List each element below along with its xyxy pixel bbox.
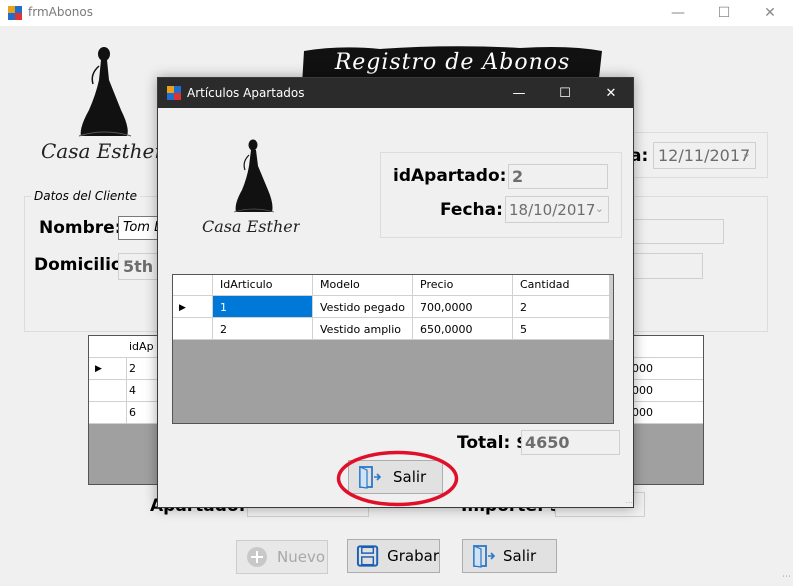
grabar-button[interactable]: Grabar	[347, 539, 440, 573]
app-icon	[8, 6, 22, 20]
table-cell[interactable]: Vestido pegado	[313, 296, 413, 317]
articulos-apartados-dialog: Artículos Apartados — ☐ ✕ Casa Esther id…	[157, 77, 634, 508]
add-icon	[247, 547, 267, 567]
chevron-down-icon: ⌄	[594, 202, 604, 215]
resize-grip[interactable]: ⋯	[625, 498, 633, 507]
fecha-value: 18/10/2017	[509, 201, 596, 219]
close-icon: ✕	[764, 5, 776, 21]
fecha-picker[interactable]: 18/10/2017 ⌄	[505, 196, 609, 223]
maximize-icon: ☐	[559, 85, 571, 101]
table-row[interactable]: ▶ 1 Vestido pegado 700,0000 2	[173, 296, 613, 318]
dialog-title: Artículos Apartados	[187, 86, 305, 100]
column-header-precio[interactable]: Precio	[413, 275, 513, 295]
dialog-titlebar: Artículos Apartados — ☐ ✕	[158, 78, 633, 108]
grabar-label: Grabar	[387, 547, 439, 565]
total-field[interactable]: 4650	[521, 430, 620, 455]
articulos-grid[interactable]: IdArticulo Modelo Precio Cantidad ▶ 1 Ve…	[172, 274, 614, 424]
domicilio-label: Domicilio:	[34, 255, 130, 275]
date-value: 12/11/2017	[658, 146, 751, 165]
save-icon	[356, 545, 379, 567]
client-field-right-1[interactable]	[630, 219, 724, 244]
client-field-right-2[interactable]	[630, 253, 703, 279]
current-row-icon: ▶	[179, 303, 186, 313]
minimize-icon: —	[671, 5, 685, 21]
maximize-icon: ☐	[717, 5, 731, 21]
table-cell[interactable]: 2	[513, 296, 613, 317]
exit-door-icon	[473, 545, 495, 568]
corner-header[interactable]	[173, 275, 213, 295]
column-header-idarticulo[interactable]: IdArticulo	[213, 275, 313, 295]
red-annotation-circle	[336, 450, 459, 507]
close-button[interactable]: ✕	[747, 0, 793, 26]
app-icon	[167, 86, 181, 100]
table-cell[interactable]: 5	[513, 318, 613, 339]
row-header[interactable]	[173, 318, 213, 339]
logo-lettering: Casa Esther	[202, 217, 300, 236]
table-cell[interactable]: 6	[129, 406, 136, 419]
main-titlebar: frmAbonos — ☐ ✕	[0, 0, 793, 26]
chevron-down-icon: ⌄	[741, 147, 751, 160]
logo-lettering: Casa Esther	[41, 139, 165, 163]
maximize-button[interactable]: ☐	[701, 0, 747, 26]
date-picker[interactable]: 12/11/2017 ⌄	[653, 142, 756, 169]
minimize-icon: —	[512, 85, 526, 101]
total-label: Total: $	[457, 433, 528, 453]
table-cell[interactable]: 650,0000	[413, 318, 513, 339]
minimize-button[interactable]: —	[655, 0, 701, 26]
idapartado-label: idApartado:	[393, 166, 507, 186]
banner-title: Registro de Abonos	[334, 50, 571, 75]
row-header[interactable]	[89, 402, 127, 424]
row-header[interactable]	[89, 380, 127, 402]
table-cell-selected[interactable]: 1	[213, 296, 313, 317]
table-cell[interactable]: 700,0000	[413, 296, 513, 317]
current-row-icon: ▶	[95, 364, 102, 374]
close-icon: ✕	[605, 85, 617, 101]
resize-grip[interactable]: ⋯	[782, 572, 791, 582]
nuevo-button[interactable]: Nuevo	[236, 540, 328, 574]
window-title: frmAbonos	[28, 5, 94, 19]
nombre-label: Nombre:	[39, 218, 122, 238]
salir-button[interactable]: Salir	[462, 539, 557, 573]
casa-esther-logo: Casa Esther	[41, 47, 165, 163]
nuevo-label: Nuevo	[277, 548, 326, 566]
row-header[interactable]: ▶	[89, 358, 127, 380]
fecha-label: Fecha:	[440, 200, 503, 220]
dialog-minimize-button[interactable]: —	[496, 78, 542, 108]
row-header[interactable]: ▶	[173, 296, 213, 317]
casa-esther-logo: Casa Esther	[202, 139, 300, 236]
table-cell[interactable]: 4	[129, 384, 136, 397]
table-row[interactable]: 2 Vestido amplio 650,0000 5	[173, 318, 613, 340]
salir-label: Salir	[503, 547, 537, 565]
idapartado-field[interactable]: 2	[508, 164, 608, 189]
grid-scrollbar[interactable]	[609, 275, 613, 339]
column-header-cantidad[interactable]: Cantidad	[513, 275, 613, 295]
table-cell[interactable]: 2	[129, 362, 136, 375]
dialog-close-button[interactable]: ✕	[588, 78, 634, 108]
client-data-legend: Datos del Cliente	[31, 189, 140, 203]
column-header-modelo[interactable]: Modelo	[313, 275, 413, 295]
table-cell[interactable]: Vestido amplio	[313, 318, 413, 339]
grid-header: IdArticulo Modelo Precio Cantidad	[173, 275, 613, 296]
dialog-maximize-button[interactable]: ☐	[542, 78, 588, 108]
table-cell[interactable]: 2	[213, 318, 313, 339]
column-header-idapartado[interactable]: idAp	[129, 340, 154, 353]
